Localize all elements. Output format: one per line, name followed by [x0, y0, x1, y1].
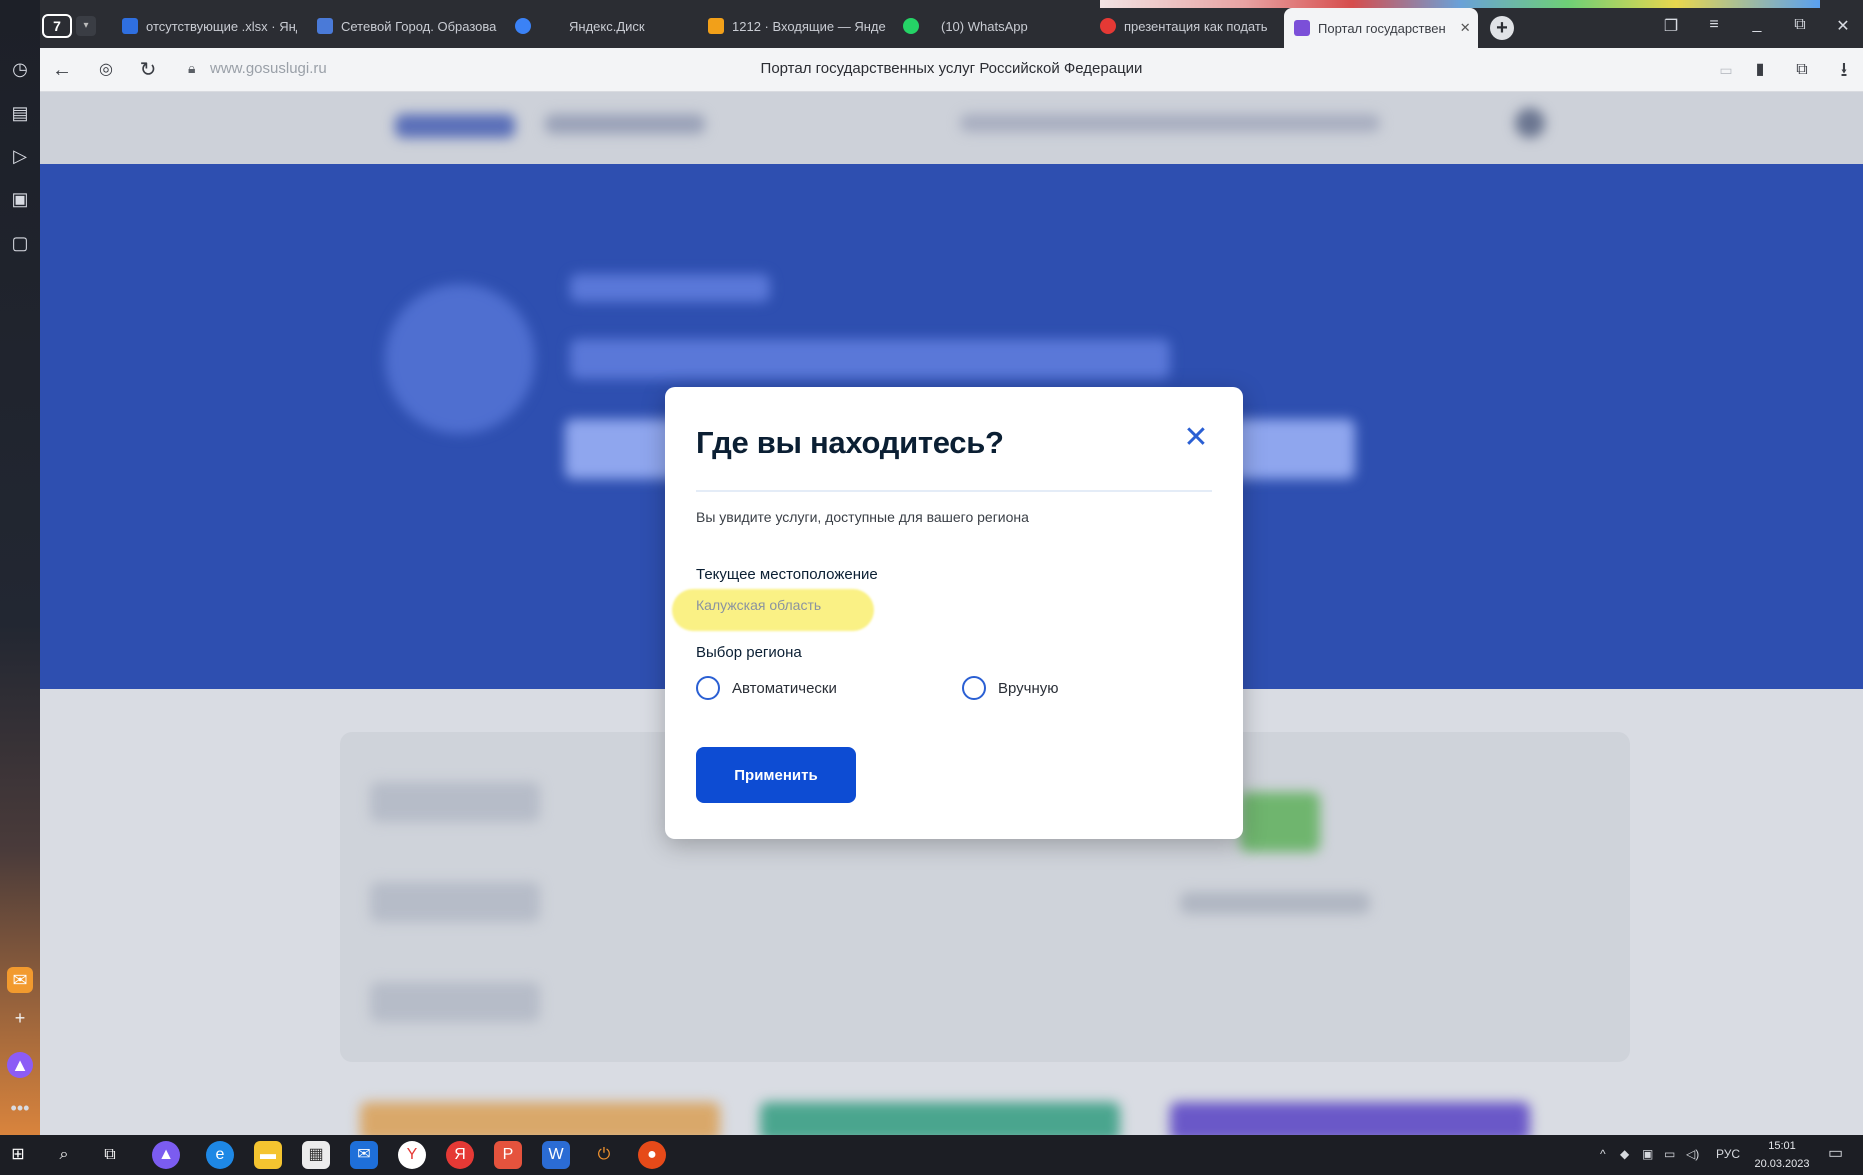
- radio-automatic[interactable]: Автоматически: [696, 676, 837, 700]
- clock-time: 15:01: [1768, 1140, 1796, 1152]
- radio-circle-icon[interactable]: [696, 676, 720, 700]
- file-explorer-icon[interactable]: ▬: [254, 1141, 282, 1169]
- taskbar: ⊞ ⌕ ⧉ ▲ e ▬ ▦ ✉ Y Я P W ⏻ ● ^ ◆ ▣ ▭ ◁) Р…: [0, 1135, 1863, 1175]
- clock-date: 20.03.2023: [1754, 1158, 1810, 1170]
- windows-start-icon[interactable]: ⊞: [4, 1141, 32, 1169]
- play-icon[interactable]: ▷: [7, 143, 33, 169]
- browser-sidebar: ◷ ▤ ▷ ▣ ▢ ✉ + ▲ •••: [0, 0, 40, 1135]
- tab-label: презентация как подать: [1124, 18, 1268, 34]
- restore-icon[interactable]: ⧉: [1789, 16, 1811, 34]
- region-dialog: Где вы находитесь? ✕ Вы увидите услуги, …: [665, 387, 1243, 839]
- dialog-description: Вы увидите услуги, доступные для вашего …: [696, 509, 1029, 525]
- powerpoint-icon[interactable]: P: [494, 1141, 522, 1169]
- apply-button[interactable]: Применить: [696, 747, 856, 803]
- tab-presentation[interactable]: презентация как подать: [1100, 14, 1275, 38]
- close-icon[interactable]: ✕: [1181, 423, 1211, 453]
- download-icon[interactable]: ⭳: [1832, 58, 1856, 82]
- tab-list-chevron-icon[interactable]: ▾: [76, 16, 96, 36]
- task-view-icon[interactable]: ⧉: [96, 1141, 124, 1169]
- menu-icon[interactable]: ≡: [1703, 16, 1725, 34]
- site-header: [40, 92, 1863, 164]
- tab-label: Портал государствен: [1318, 20, 1446, 36]
- radio-manual[interactable]: Вручную: [962, 676, 1059, 700]
- reader-icon[interactable]: ▭: [1714, 58, 1738, 82]
- close-window-icon[interactable]: ✕: [1832, 16, 1854, 36]
- whatsapp-icon: [903, 18, 919, 34]
- tabstrip-accent: [1100, 0, 1820, 8]
- alice-taskbar-icon[interactable]: ▲: [152, 1141, 180, 1169]
- notifications-icon[interactable]: ▭: [1828, 1143, 1843, 1163]
- radio-label: Вручную: [998, 679, 1059, 697]
- mail-sidebar-icon[interactable]: ✉: [7, 967, 33, 993]
- minimize-icon[interactable]: _: [1746, 16, 1768, 34]
- tab-excel[interactable]: отсутствующие .xlsx · Янд: [122, 14, 297, 38]
- display-icon[interactable]: ▭: [1664, 1147, 1675, 1161]
- tray-chevron-icon[interactable]: ^: [1600, 1147, 1606, 1161]
- store-icon[interactable]: ▦: [302, 1141, 330, 1169]
- word-icon[interactable]: W: [542, 1141, 570, 1169]
- red-app-icon[interactable]: ●: [638, 1141, 666, 1169]
- current-location-label: Текущее местоположение: [696, 566, 878, 583]
- extensions-icon[interactable]: ⧉: [1790, 58, 1814, 82]
- tab-label: (10) WhatsApp: [941, 18, 1028, 34]
- notes-icon[interactable]: ▣: [7, 186, 33, 212]
- tab-whatsapp[interactable]: (10) WhatsApp: [903, 14, 1043, 38]
- collections-sidebar-icon[interactable]: ▤: [7, 100, 33, 126]
- language-indicator[interactable]: РУС: [1716, 1147, 1740, 1161]
- tray-app-icon[interactable]: ◆: [1620, 1147, 1629, 1161]
- browser-tab-bar: Я 7 ▾ отсутствующие .xlsx · Янд Сетевой …: [0, 0, 1863, 48]
- tab-label: Сетевой Город. Образова: [341, 18, 497, 34]
- tab-gosuslugi-active[interactable]: Портал государствен ✕: [1284, 8, 1478, 48]
- add-panel-icon[interactable]: +: [7, 1005, 33, 1031]
- yandex-docs-icon: [122, 18, 138, 34]
- mail-icon: [708, 18, 724, 34]
- edge-icon[interactable]: e: [206, 1141, 234, 1169]
- yandex-browser-icon[interactable]: Y: [398, 1141, 426, 1169]
- search-result-icon: [1100, 18, 1116, 34]
- tab-label: 1212 · Входящие — Янде: [732, 18, 886, 34]
- tab-mail-inbox[interactable]: 1212 · Входящие — Янде: [708, 14, 886, 38]
- page-title: Портал государственных услуг Российской …: [760, 60, 1143, 77]
- tab-counter-button[interactable]: 7: [42, 14, 72, 38]
- disk-icon: [515, 18, 531, 34]
- power-app-icon[interactable]: ⏻: [590, 1141, 618, 1169]
- network-icon[interactable]: ▣: [1642, 1147, 1653, 1161]
- collections-icon[interactable]: ❐: [1660, 16, 1682, 36]
- school-site-icon: [317, 18, 333, 34]
- radio-circle-icon[interactable]: [962, 676, 986, 700]
- close-tab-icon[interactable]: ✕: [1460, 20, 1471, 36]
- bookmark-icon[interactable]: ▮: [1748, 58, 1772, 82]
- current-location-value: Калужская область: [696, 597, 822, 613]
- radio-label: Автоматически: [732, 679, 837, 697]
- title-divider: [696, 490, 1212, 492]
- address-bar: ← ◎ ↻ 🔒︎ www.gosuslugi.ru Портал государ…: [40, 48, 1863, 92]
- yandex-icon[interactable]: Я: [446, 1141, 474, 1169]
- tab-yandex-disk[interactable]: Яндекс.Диск: [515, 14, 665, 38]
- tab-label: отсутствующие .xlsx · Янд: [146, 18, 297, 34]
- volume-icon[interactable]: ◁): [1686, 1147, 1699, 1161]
- search-icon[interactable]: ⌕: [50, 1141, 78, 1169]
- more-icon[interactable]: •••: [7, 1095, 33, 1121]
- tab-label: Яндекс.Диск: [569, 18, 645, 34]
- region-choice-label: Выбор региона: [696, 644, 802, 661]
- gosuslugi-favicon-icon: [1294, 20, 1310, 36]
- history-icon[interactable]: ◷: [7, 56, 33, 82]
- alice-icon[interactable]: ▲: [7, 1052, 33, 1078]
- mail-app-icon[interactable]: ✉: [350, 1141, 378, 1169]
- clock[interactable]: 15:01 20.03.2023: [1752, 1137, 1812, 1173]
- dialog-title: Где вы находитесь?: [696, 425, 1004, 460]
- new-tab-button[interactable]: +: [1490, 16, 1514, 40]
- messenger-icon[interactable]: ▢: [7, 230, 33, 256]
- tab-network-city[interactable]: Сетевой Город. Образова: [317, 14, 497, 38]
